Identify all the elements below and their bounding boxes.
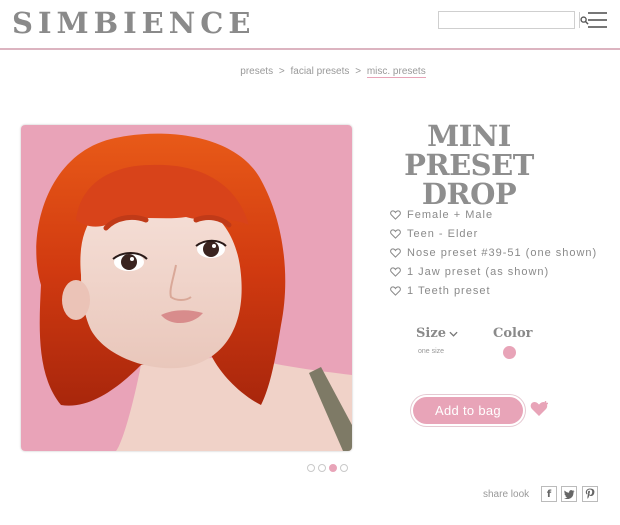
twitter-icon[interactable] (561, 486, 577, 502)
facebook-icon[interactable]: f (541, 486, 557, 502)
heart-outline-icon (390, 209, 401, 220)
feature-text: 1 Jaw preset (as shown) (407, 265, 550, 278)
list-item: Female + Male (390, 205, 597, 224)
heart-outline-icon (390, 228, 401, 239)
list-item: Nose preset #39-51 (one shown) (390, 243, 597, 262)
product-image[interactable] (21, 125, 352, 451)
list-item: 1 Teeth preset (390, 281, 597, 300)
list-item: Teen - Elder (390, 224, 597, 243)
pinterest-icon[interactable] (582, 486, 598, 502)
carousel-dot-4[interactable] (340, 464, 348, 472)
carousel-dot-3-active[interactable] (329, 464, 337, 472)
heart-outline-icon (390, 247, 401, 258)
site-header: SIMBIENCE (0, 0, 620, 50)
size-label: Size (416, 326, 446, 341)
breadcrumb: presets > facial presets > misc. presets (0, 66, 620, 78)
add-to-bag-button[interactable]: Add to bag (413, 397, 523, 424)
feature-list: Female + Male Teen - Elder Nose preset #… (390, 205, 597, 300)
product-title: MINI PRESET DROP (404, 119, 534, 211)
breadcrumb-separator: > (355, 66, 362, 77)
heart-outline-icon (390, 285, 401, 296)
breadcrumb-misc-presets[interactable]: misc. presets (366, 66, 426, 78)
share-label: share look (483, 489, 530, 500)
size-value: one size (418, 348, 445, 355)
feature-text: Female + Male (407, 208, 494, 221)
feature-text: Nose preset #39-51 (one shown) (407, 246, 598, 259)
product-photo-illustration (21, 125, 352, 451)
chevron-down-icon (449, 331, 458, 337)
feature-text: Teen - Elder (407, 227, 479, 240)
search-box (438, 11, 589, 29)
size-selector[interactable]: Size (416, 326, 458, 341)
heart-outline-icon (390, 266, 401, 277)
feature-text: 1 Teeth preset (407, 284, 491, 297)
list-item: 1 Jaw preset (as shown) (390, 262, 597, 281)
site-logo[interactable]: SIMBIENCE (12, 6, 255, 40)
color-label: Color (493, 326, 533, 341)
search-input[interactable] (439, 12, 579, 28)
carousel-dot-1[interactable] (307, 464, 315, 472)
carousel-dots (307, 464, 348, 472)
add-to-wishlist-heart-icon[interactable] (530, 400, 550, 423)
hamburger-menu-icon[interactable] (588, 12, 607, 28)
breadcrumb-facial-presets[interactable]: facial presets (290, 66, 349, 77)
color-swatch-pink[interactable] (503, 346, 516, 359)
breadcrumb-presets[interactable]: presets (240, 66, 273, 77)
breadcrumb-separator: > (278, 66, 285, 77)
carousel-dot-2[interactable] (318, 464, 326, 472)
